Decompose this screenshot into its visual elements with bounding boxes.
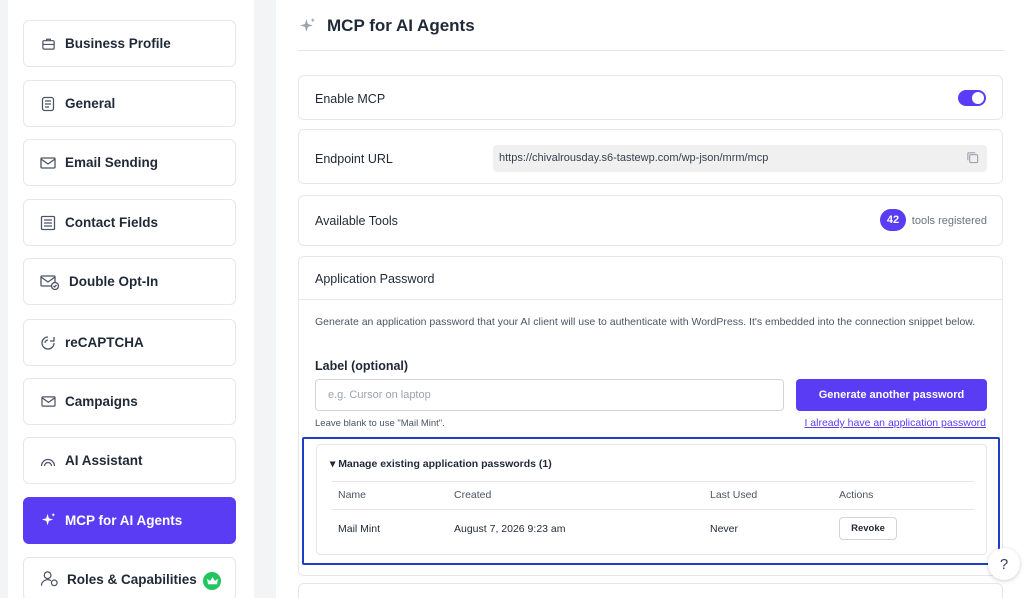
sidebar-item-label: General	[65, 96, 116, 111]
sidebar-item-mcp-for-ai-agents[interactable]: MCP for AI Agents	[23, 497, 236, 544]
mail-check-icon	[39, 273, 61, 291]
sidebar-item-label: MCP for AI Agents	[65, 513, 183, 528]
sidebar-item-label: Roles & Capabilities	[67, 571, 197, 587]
page-title-text: MCP for AI Agents	[327, 16, 475, 35]
sidebar-item-roles-capabilities[interactable]: Roles & Capabilities	[23, 557, 236, 598]
enable-mcp-card: Enable MCP	[298, 75, 1003, 120]
enable-mcp-toggle[interactable]	[958, 90, 986, 106]
available-tools-label: Available Tools	[315, 214, 398, 228]
label-hint: Leave blank to use "Mail Mint".	[315, 418, 445, 429]
sidebar-item-contact-fields[interactable]: Contact Fields	[23, 199, 236, 246]
form-fields-icon	[39, 214, 57, 232]
tools-count-badge: 42	[880, 209, 906, 231]
enable-mcp-label: Enable MCP	[315, 92, 386, 106]
recaptcha-icon	[39, 334, 57, 352]
endpoint-url-field[interactable]: https://chivalrousday.s6-tastewp.com/wp-…	[493, 145, 987, 172]
tools-registered-text: tools registered	[911, 215, 987, 227]
envelope-icon	[39, 393, 57, 411]
existing-password-link[interactable]: I already have an application password	[804, 417, 986, 429]
sidebar-item-label: Contact Fields	[65, 215, 159, 230]
sparkle-icon	[298, 17, 317, 36]
application-password-title: Application Password	[315, 272, 435, 286]
document-icon	[39, 95, 57, 113]
help-icon: ?	[999, 555, 1009, 573]
application-password-description: Generate an application password that yo…	[315, 316, 976, 328]
highlight-box	[302, 437, 1000, 565]
endpoint-url-card: Endpoint URL https://chivalrousday.s6-ta…	[298, 129, 1003, 184]
application-password-header: Application Password	[299, 257, 1002, 300]
endpoint-url-label: Endpoint URL	[315, 152, 393, 166]
page-title: MCP for AI Agents	[298, 16, 475, 36]
sidebar-item-double-opt-in[interactable]: Double Opt-In	[23, 258, 236, 305]
sidebar-item-ai-assistant[interactable]: AI Assistant	[23, 437, 236, 484]
sidebar-item-label: reCAPTCHA	[65, 335, 144, 350]
crown-icon	[203, 572, 221, 590]
sidebar-item-label: Double Opt-In	[69, 274, 159, 289]
sparkle-icon	[39, 512, 57, 530]
label-field-label: Label (optional)	[315, 359, 409, 373]
sidebar-item-label: Campaigns	[65, 394, 138, 409]
label-input[interactable]	[315, 379, 784, 411]
user-gear-icon	[39, 570, 59, 588]
sidebar-item-general[interactable]: General	[23, 80, 236, 127]
title-divider	[298, 50, 1004, 51]
rainbow-icon	[39, 452, 57, 470]
sidebar-item-label: AI Assistant	[65, 453, 143, 468]
help-button[interactable]: ?	[988, 548, 1020, 580]
briefcase-icon	[39, 35, 57, 53]
sidebar-item-label: Email Sending	[65, 155, 159, 170]
sidebar-item-business-profile[interactable]: Business Profile	[23, 20, 236, 67]
available-tools-card: Available Tools 42 tools registered	[298, 195, 1003, 246]
sidebar-item-email-sending[interactable]: Email Sending	[23, 139, 236, 186]
copy-icon[interactable]	[966, 151, 979, 167]
settings-sidebar: Business Profile General Email Sending C…	[0, 0, 258, 598]
sidebar-item-campaigns[interactable]: Campaigns	[23, 378, 236, 425]
generate-password-button[interactable]: Generate another password	[796, 379, 987, 411]
envelope-icon	[39, 154, 57, 172]
next-card	[298, 583, 1003, 598]
sidebar-item-label: Business Profile	[65, 36, 171, 51]
endpoint-url-value: https://chivalrousday.s6-tastewp.com/wp-…	[499, 152, 769, 164]
sidebar-item-recaptcha[interactable]: reCAPTCHA	[23, 319, 236, 366]
